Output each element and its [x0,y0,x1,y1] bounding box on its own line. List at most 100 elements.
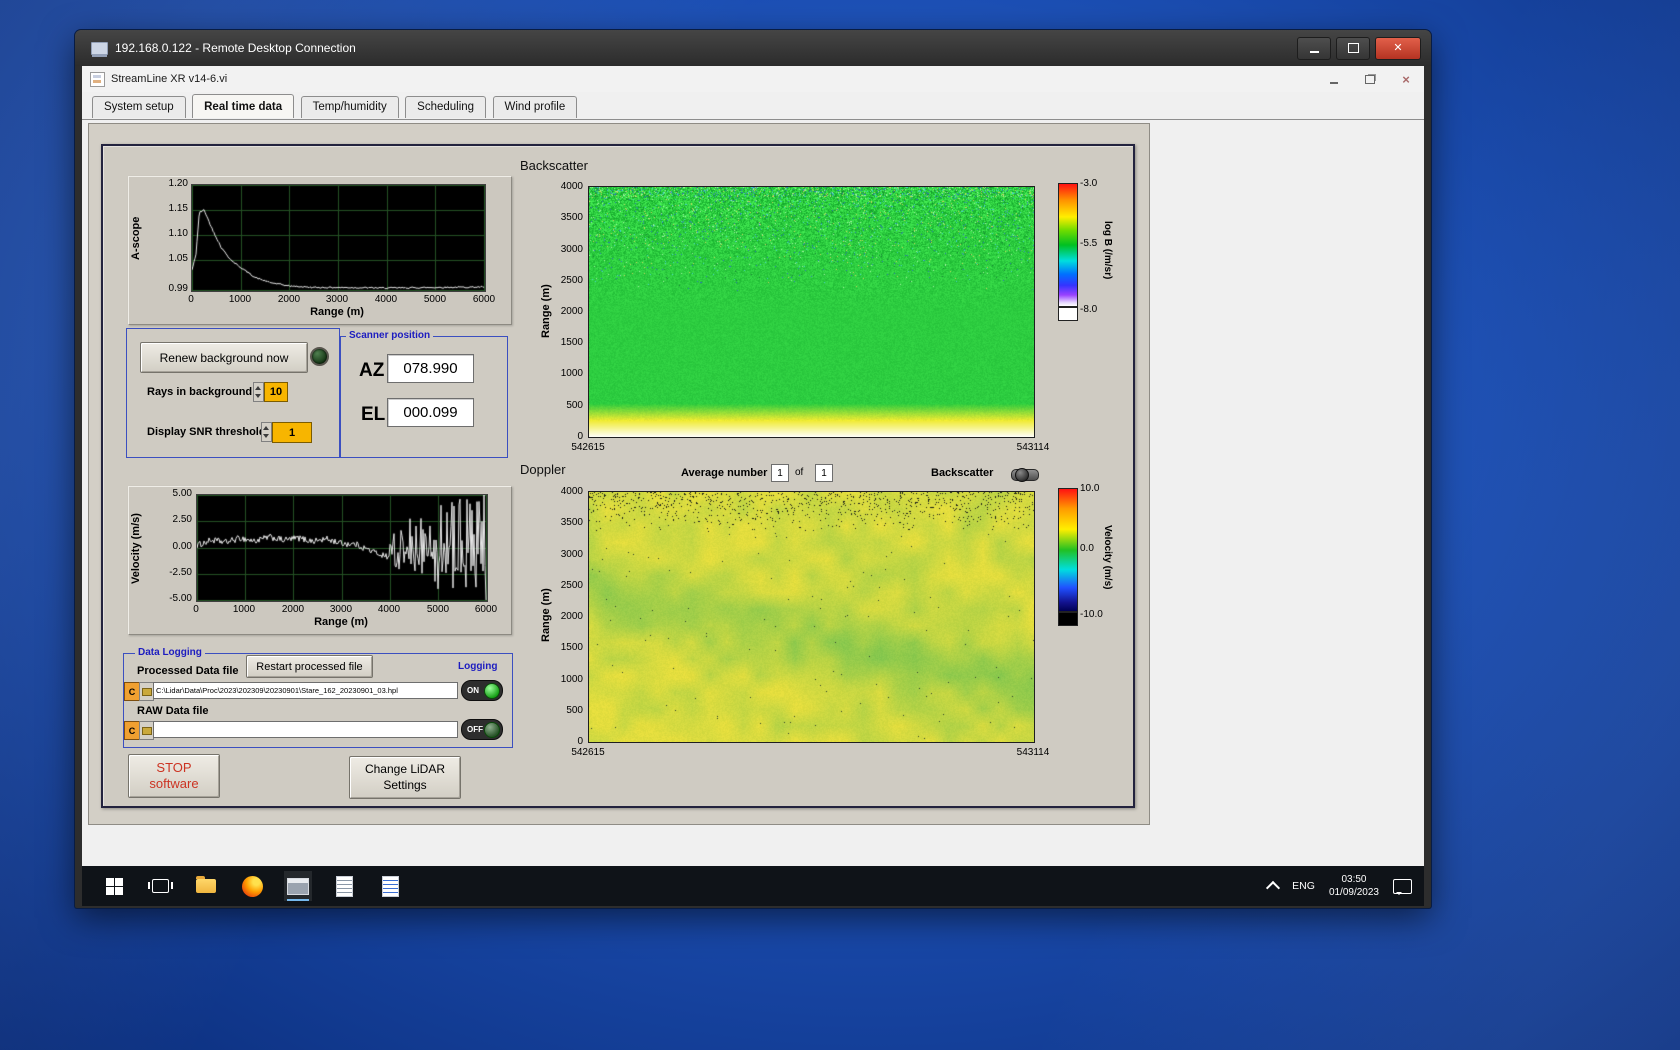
clock-date: 01/09/2023 [1328,887,1379,898]
backscatter-ytick: 4000 [560,181,583,192]
task-view-button[interactable] [146,871,174,901]
rdp-titlebar[interactable]: 192.168.0.122 - Remote Desktop Connectio… [75,30,1431,66]
ascope-xtick: 1000 [228,294,252,305]
backscatter-title: Backscatter [520,158,588,173]
processed-path-field[interactable]: C:\Lidar\Data\Proc\2023\202309\20230901\… [153,682,458,699]
backscatter-ytick: 1000 [560,368,583,379]
taskbar-clock[interactable]: 03:50 01/09/2023 [1329,873,1379,899]
document-icon [335,875,353,897]
change-button-line2: Settings [383,777,427,792]
tab-bar: System setup Real time data Temp/humidit… [82,92,1424,119]
vi-app-icon [90,71,105,87]
rdp-close-button[interactable]: ✕ [1375,36,1421,60]
processed-drive-box[interactable]: C [124,682,140,701]
snr-threshold-label: Display SNR threshold [147,426,266,438]
raw-path-field[interactable] [153,721,458,738]
backscatter-ytick: 0 [577,431,583,442]
velocity-xtick: 6000 [474,604,498,615]
ascope-ytick: 0.99 [168,283,188,294]
change-lidar-settings-button[interactable]: Change LiDAR Settings [349,756,461,799]
az-value-field[interactable]: 078.990 [387,354,474,383]
restore-icon [1365,74,1375,84]
doppler-ytick: 2500 [560,580,583,591]
doppler-cb-tick: -10.0 [1080,609,1103,620]
app-titlebar[interactable]: StreamLine XR v14-6.vi × [82,66,1424,93]
average-count-field[interactable]: 1 [815,464,833,482]
raw-logging-switch[interactable]: OFF [461,719,503,740]
tab-content-area: A-scope 1.20 1.15 1.10 1.05 0.99 0 1000 … [82,119,1424,866]
firefox-button[interactable] [238,871,266,901]
start-button[interactable] [100,871,128,901]
processed-browse-icon[interactable] [139,682,154,701]
rdp-minimize-button[interactable] [1297,36,1331,60]
average-number-field[interactable]: 1 [771,464,789,482]
scan-scheduler-button[interactable] [330,871,358,901]
doppler-ytick: 500 [566,705,583,716]
velocity-ytick: 2.50 [172,514,192,525]
backscatter-colorbar-endbox [1058,307,1078,321]
action-center-icon[interactable] [1393,878,1412,895]
doppler-ytick: 3000 [560,549,583,560]
ascope-ytick: 1.10 [168,228,188,239]
velocity-ytick: -5.00 [169,593,192,604]
remote-desktop-icon [91,41,108,55]
backscatter-ytick: 3500 [560,212,583,223]
rays-value-field[interactable]: 10 [264,382,288,402]
backscatter-cb-tick: -5.5 [1080,238,1098,249]
doppler-colorbar [1058,488,1078,612]
tab-temp-humidity[interactable]: Temp/humidity [300,96,399,118]
snr-value-field[interactable]: 1 [272,422,312,443]
tab-real-time-data[interactable]: Real time data [192,94,295,118]
rays-spinner[interactable] [253,382,264,402]
el-value-field[interactable]: 000.099 [387,398,474,427]
backscatter-x-end: 543114 [1016,442,1050,453]
velocity-xtick: 5000 [426,604,450,615]
doppler-ytick: 4000 [560,486,583,497]
velocity-ytick: -2.50 [169,567,192,578]
velocity-xtick: 1000 [232,604,256,615]
rdp-window: 192.168.0.122 - Remote Desktop Connectio… [75,30,1431,908]
stop-software-button[interactable]: STOP software [128,754,220,798]
raw-browse-icon[interactable] [139,721,154,740]
snr-spinner[interactable] [261,422,272,442]
raw-drive-box[interactable]: C [124,721,140,740]
tab-system-setup[interactable]: System setup [92,96,186,118]
switch-on-label: ON [467,686,479,695]
show-hidden-icons-chevron[interactable] [1266,880,1281,896]
velocity-ytick: 5.00 [172,488,192,499]
renew-background-button[interactable]: Renew background now [140,342,308,373]
app-restore-button[interactable] [1352,68,1388,90]
doppler-title: Doppler [520,462,566,477]
clock-time: 03:50 [1341,874,1367,885]
ascope-plot [191,184,486,292]
data-logging-title: Data Logging [135,647,205,658]
rays-in-background-label: Rays in background [147,386,253,398]
folder-icon [196,876,216,893]
remote-desktop-view: StreamLine XR v14-6.vi × System setup Re… [82,66,1424,906]
blue-document-icon [381,875,399,897]
restart-processed-file-button[interactable]: Restart processed file [246,655,373,678]
close-icon: × [1402,71,1410,87]
windows-taskbar: ENG 03:50 01/09/2023 [82,866,1424,906]
tab-wind-profile[interactable]: Wind profile [492,96,578,118]
backscatter-ytick: 3000 [560,244,583,255]
ascope-xtick: 3000 [325,294,349,305]
app-window-taskbar-button[interactable] [284,871,312,901]
rdp-maximize-button[interactable] [1336,36,1370,60]
language-indicator[interactable]: ENG [1292,880,1315,892]
backscatter-display-toggle[interactable] [1011,468,1039,482]
maximize-icon [1347,43,1359,53]
file-explorer-button[interactable] [192,871,220,901]
app-minimize-button[interactable] [1316,68,1352,90]
app-close-button[interactable]: × [1388,68,1424,90]
text-editor-button[interactable] [376,871,404,901]
processed-logging-switch[interactable]: ON [461,680,503,701]
raw-data-file-label: RAW Data file [137,705,209,717]
tab-scheduling[interactable]: Scheduling [405,96,487,118]
renew-background-led[interactable] [310,347,329,366]
velocity-plot [196,494,488,602]
backscatter-ytick: 2000 [560,306,583,317]
ascope-xtick: 5000 [423,294,447,305]
velocity-x-axis-label: Range (m) [314,616,368,628]
velocity-xtick: 2000 [281,604,305,615]
